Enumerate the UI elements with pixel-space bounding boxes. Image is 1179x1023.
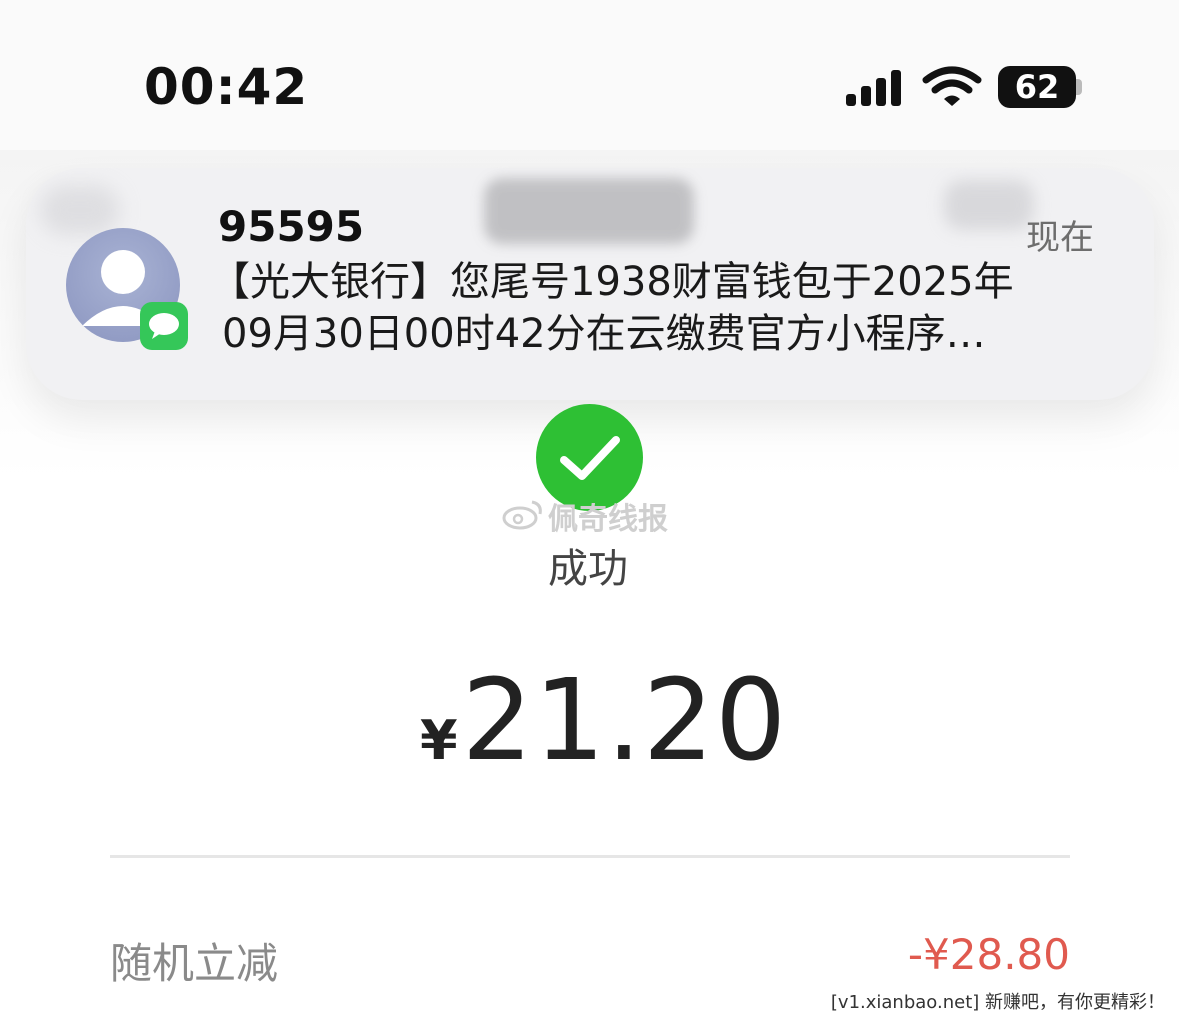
discount-value: -¥28.80 bbox=[907, 930, 1070, 979]
weibo-logo-icon bbox=[502, 500, 542, 530]
status-time: 00:42 bbox=[144, 58, 309, 116]
message-line: 【光大银行】您尾号1938财富钱包于2025年 bbox=[210, 259, 1014, 305]
payment-status: 成功 bbox=[548, 546, 628, 592]
message-line: 09月30日00时42分在云缴费官方小程序… bbox=[222, 311, 986, 357]
status-bar: 00:42 62 bbox=[0, 0, 1179, 150]
watermark-text: 佩奇线报 bbox=[548, 502, 668, 537]
blurred-region bbox=[944, 180, 1034, 230]
notification-time: 现在 bbox=[1026, 218, 1094, 258]
battery-indicator: 62 bbox=[998, 66, 1076, 108]
cellular-signal-icon bbox=[846, 70, 901, 106]
site-footer-text: [v1.xianbao.net] 新赚吧，有你更精彩！ bbox=[830, 992, 1165, 1013]
wifi-icon bbox=[922, 66, 982, 106]
messages-app-icon bbox=[140, 302, 188, 350]
notification-sender: 95595 bbox=[218, 202, 365, 251]
speech-bubble-icon bbox=[149, 313, 179, 339]
amount-value: 21.20 bbox=[461, 656, 788, 786]
battery-level: 62 bbox=[1014, 68, 1060, 106]
currency-symbol: ¥ bbox=[420, 709, 458, 772]
battery-tip bbox=[1076, 79, 1082, 95]
divider bbox=[110, 855, 1070, 858]
payment-amount: ¥ 21.20 bbox=[420, 656, 787, 786]
discount-label: 随机立减 bbox=[110, 939, 279, 988]
blurred-region bbox=[40, 185, 120, 235]
notification-message: 【光大银行】您尾号1938财富钱包于2025年 09月30日00时42分在云缴费… bbox=[210, 256, 1090, 360]
redacted-area bbox=[484, 178, 694, 244]
